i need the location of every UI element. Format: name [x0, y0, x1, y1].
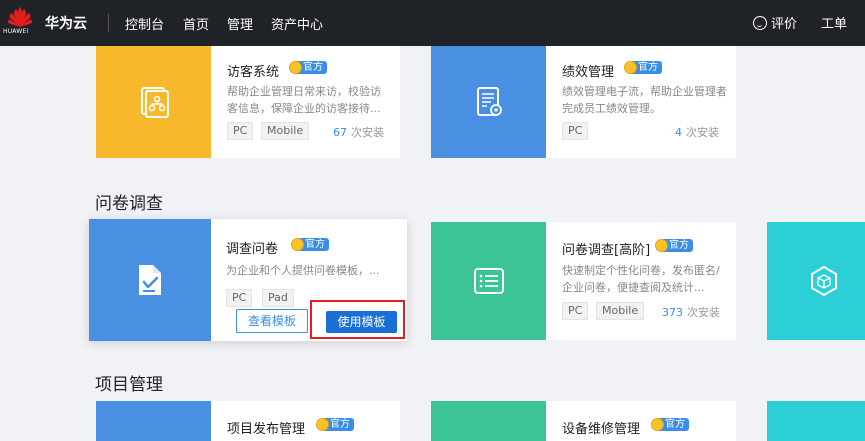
brand-name[interactable]: 华为云	[45, 13, 87, 33]
install-count: 373 次安装	[662, 306, 720, 319]
platform-tag: Mobile	[261, 122, 310, 140]
survey-check-icon	[139, 265, 161, 295]
app-card-advanced-survey[interactable]: 问卷调查[高阶] 官方 快速制定个性化问卷，发布匿名/企业问卷，便捷查阅及统计.…	[431, 222, 736, 340]
top-navigation-bar: HUAWEI 华为云 控制台 首页 管理 资产中心 评价 工单	[0, 0, 865, 46]
app-card-performance-management[interactable]: 绩效管理 官方 绩效管理电子流，帮助企业管理者完成员工绩效管理。 PC 4 次安装	[431, 46, 736, 158]
medal-icon	[289, 61, 302, 74]
card-title: 调查问卷	[226, 242, 279, 257]
official-badge: 官方	[289, 60, 327, 75]
app-card-partial[interactable]	[767, 222, 865, 340]
app-card-visitor-system[interactable]: 访客系统 官方 帮助企业管理日常来访，校验访客信息，保障企业的访客接待... P…	[96, 46, 400, 158]
medal-icon	[624, 61, 637, 74]
nav-asset-center[interactable]: 资产中心	[271, 14, 323, 33]
list-icon	[473, 268, 504, 294]
install-count: 4 次安装	[675, 126, 719, 139]
card-description: 绩效管理电子流，帮助企业管理者完成员工绩效管理。	[562, 85, 727, 115]
medal-icon	[655, 239, 668, 252]
evaluate-button[interactable]: 评价	[753, 13, 797, 32]
official-badge: 官方	[316, 417, 354, 432]
medal-icon	[316, 418, 329, 431]
org-chart-icon	[140, 87, 169, 118]
view-template-button[interactable]: 查看模板	[236, 309, 308, 333]
medal-icon	[651, 418, 664, 431]
card-title: 访客系统	[227, 65, 280, 80]
card-thumbnail	[431, 46, 546, 158]
card-description: 快速制定个性化问卷，发布匿名/企业问卷，便捷查阅及统计...	[562, 264, 720, 294]
card-thumbnail	[431, 222, 546, 340]
document-gear-icon	[476, 87, 502, 116]
huawei-flower-icon	[8, 7, 32, 27]
platform-tag: PC	[226, 289, 253, 307]
card-description: 帮助企业管理日常来访，校验访客信息，保障企业的访客接待...	[227, 85, 381, 115]
nav-home[interactable]: 首页	[183, 14, 209, 33]
install-count: 67 次安装	[333, 126, 384, 139]
medal-icon	[291, 238, 304, 251]
card-thumbnail	[89, 219, 211, 341]
cube-network-icon	[811, 265, 837, 297]
highlight-box	[310, 300, 405, 339]
section-title-survey: 问卷调查	[95, 194, 163, 214]
nav-divider	[108, 14, 109, 32]
section-title-project: 项目管理	[95, 375, 163, 395]
card-thumbnail	[767, 401, 865, 441]
official-badge: 官方	[655, 238, 693, 253]
card-title: 绩效管理	[562, 65, 615, 80]
official-badge: 官方	[291, 237, 329, 252]
platform-tag: Mobile	[596, 302, 645, 320]
platform-tag: PC	[562, 122, 589, 140]
card-title: 问卷调查[高阶]	[562, 243, 651, 258]
card-thumbnail	[767, 222, 865, 340]
app-card-project-release[interactable]: 项目发布管理 官方	[96, 401, 400, 441]
card-description: 为企业和个人提供问卷模板，...	[226, 264, 380, 277]
official-badge: 官方	[624, 60, 662, 75]
official-badge: 官方	[651, 417, 689, 432]
card-thumbnail	[96, 46, 211, 158]
platform-tag: PC	[562, 302, 589, 320]
app-card-partial[interactable]	[767, 401, 865, 441]
card-thumbnail	[431, 401, 546, 441]
card-title: 项目发布管理	[227, 422, 306, 437]
platform-tag: Pad	[262, 289, 294, 307]
nav-console[interactable]: 控制台	[125, 14, 164, 33]
nav-manage[interactable]: 管理	[227, 14, 253, 33]
evaluate-label: 评价	[771, 17, 798, 32]
app-card-equipment-repair[interactable]: 设备维修管理 官方	[431, 401, 736, 441]
logo-text: HUAWEI	[3, 28, 29, 35]
ticket-button[interactable]: 工单	[821, 13, 847, 32]
platform-tag: PC	[227, 122, 254, 140]
card-title: 设备维修管理	[562, 422, 641, 437]
smile-icon	[753, 15, 767, 30]
card-thumbnail	[96, 401, 211, 441]
app-card-survey[interactable]: 调查问卷 官方 为企业和个人提供问卷模板，... PC Pad 查看模板 使用模…	[89, 219, 407, 341]
